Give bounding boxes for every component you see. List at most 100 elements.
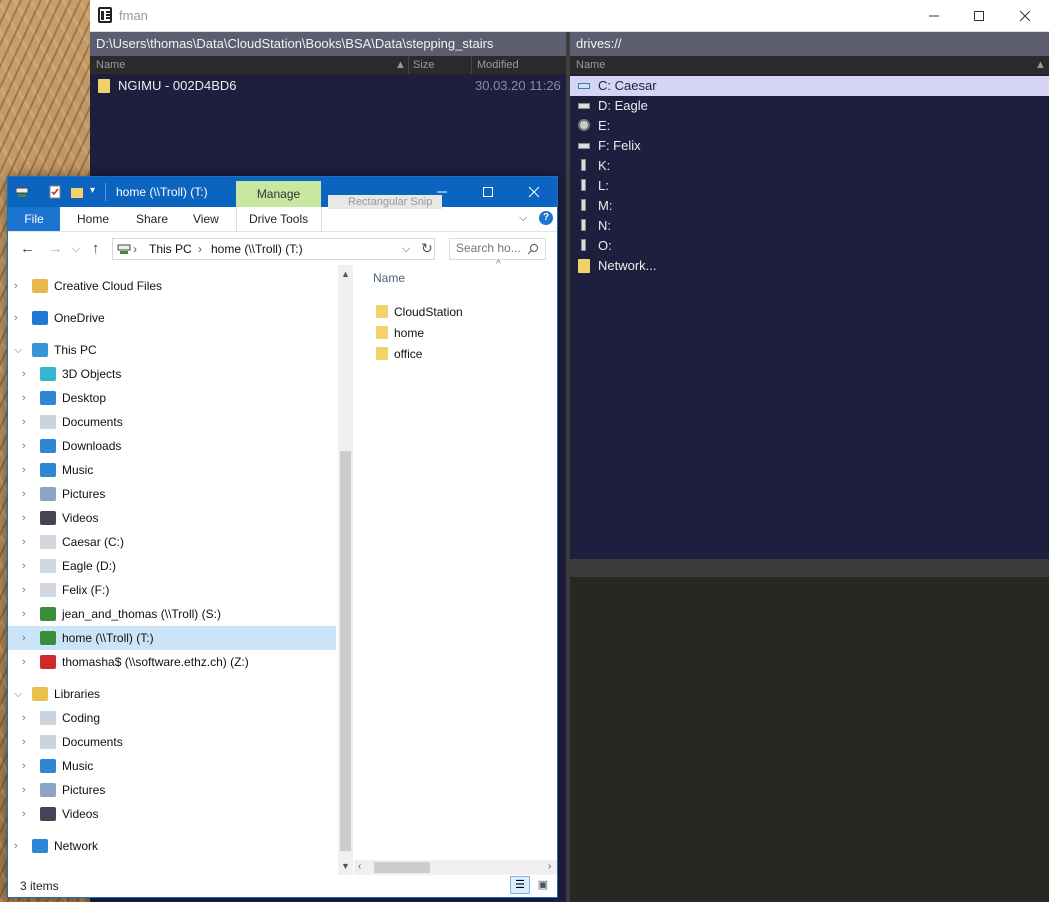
tree-item[interactable]: › Desktop xyxy=(8,386,336,410)
tree-item[interactable]: › 3D Objects xyxy=(8,362,336,386)
column-name[interactable]: Name xyxy=(96,56,125,74)
scrollbar-thumb[interactable] xyxy=(340,451,351,851)
drive-row[interactable]: D: Eagle xyxy=(570,96,1049,116)
drive-row[interactable]: Network... xyxy=(570,256,1049,276)
chevron-right-icon[interactable]: › xyxy=(22,530,26,554)
tree-item[interactable]: › Coding xyxy=(8,706,336,730)
drive-row[interactable]: N: xyxy=(570,216,1049,236)
fman-title-bar[interactable]: fman xyxy=(90,0,1049,32)
close-button[interactable] xyxy=(511,177,557,207)
explorer-title-bar[interactable]: ▾ home (\\Troll) (T:) Manage xyxy=(8,177,557,207)
chevron-right-icon[interactable]: › xyxy=(22,626,26,650)
tree-item[interactable]: › Felix (F:) xyxy=(8,578,336,602)
drive-row[interactable]: O: xyxy=(570,236,1049,256)
chevron-down-icon[interactable]: ▾ xyxy=(90,185,95,196)
tree-item[interactable]: › Videos xyxy=(8,506,336,530)
drive-row[interactable]: E: xyxy=(570,116,1049,136)
column-name[interactable]: Name xyxy=(373,271,405,285)
tree-item[interactable]: › Creative Cloud Files xyxy=(8,274,336,298)
tree-item[interactable]: › Downloads xyxy=(8,434,336,458)
properties-icon[interactable] xyxy=(48,185,62,199)
minimize-button[interactable] xyxy=(911,0,957,31)
tree-item[interactable]: › Eagle (D:) xyxy=(8,554,336,578)
chevron-right-icon[interactable]: › xyxy=(22,706,26,730)
up-arrow-icon[interactable]: ↑ xyxy=(92,240,100,257)
drive-row[interactable]: M: xyxy=(570,196,1049,216)
drive-row[interactable]: F: Felix xyxy=(570,136,1049,156)
tree-item[interactable]: › Music xyxy=(8,458,336,482)
new-folder-icon[interactable] xyxy=(70,185,84,199)
address-dropdown-icon[interactable]: ⌵ xyxy=(402,243,410,256)
tree-item[interactable]: › Documents xyxy=(8,410,336,434)
scroll-left-icon[interactable]: ‹ xyxy=(358,861,361,872)
maximize-button[interactable] xyxy=(956,0,1002,31)
tree-item[interactable]: ⌵ This PC xyxy=(8,338,336,362)
breadcrumb-this-pc[interactable]: This PC xyxy=(149,242,192,256)
chevron-down-icon[interactable]: ⌵ xyxy=(14,682,22,706)
tree-item[interactable]: › Pictures xyxy=(8,778,336,802)
navigation-scrollbar[interactable]: ▲ ▼ xyxy=(338,265,353,875)
tree-item[interactable]: › Videos xyxy=(8,802,336,826)
tree-item[interactable]: › thomasha$ (\\software.ethz.ch) (Z:) xyxy=(8,650,336,674)
tree-item[interactable]: › Network xyxy=(8,834,336,858)
tree-item[interactable]: › Documents xyxy=(8,730,336,754)
tree-item[interactable]: ⌵ Libraries xyxy=(8,682,336,706)
tab-file[interactable]: File xyxy=(8,207,60,231)
chevron-right-icon[interactable]: › xyxy=(22,578,26,602)
maximize-button[interactable] xyxy=(465,177,511,207)
tree-item[interactable]: › Pictures xyxy=(8,482,336,506)
chevron-right-icon[interactable]: › xyxy=(22,602,26,626)
tab-home[interactable]: Home xyxy=(77,207,109,231)
details-view-icon[interactable]: ☰ xyxy=(510,876,530,894)
tab-drive-tools[interactable]: Drive Tools xyxy=(249,207,308,231)
file-row[interactable]: NGIMU - 002D4BD6 30.03.20 11:26 xyxy=(90,76,566,96)
tree-item[interactable]: › home (\\Troll) (T:) xyxy=(8,626,336,650)
column-modified[interactable]: Modified xyxy=(477,56,519,74)
chevron-down-icon[interactable]: ⌵ xyxy=(14,338,22,362)
drive-row[interactable]: C: Caesar xyxy=(570,76,1049,96)
address-bar[interactable]: › This PC › home (\\Troll) (T:) ⌵ xyxy=(112,238,435,260)
left-pane-path[interactable]: D:\Users\thomas\Data\CloudStation\Books\… xyxy=(90,32,566,56)
tab-view[interactable]: View xyxy=(193,207,219,231)
tree-item[interactable]: › Caesar (C:) xyxy=(8,530,336,554)
tree-item[interactable]: › jean_and_thomas (\\Troll) (S:) xyxy=(8,602,336,626)
right-pane[interactable]: drives:// Name ▲ C: Caesar D: Eagle E: F: F… xyxy=(570,32,1049,559)
drive-row[interactable]: L: xyxy=(570,176,1049,196)
chevron-right-icon[interactable]: › xyxy=(22,362,26,386)
chevron-right-icon[interactable]: › xyxy=(22,778,26,802)
chevron-right-icon[interactable]: › xyxy=(22,410,26,434)
chevron-right-icon[interactable]: › xyxy=(22,730,26,754)
scroll-right-icon[interactable]: › xyxy=(548,861,551,872)
expand-ribbon-icon[interactable]: ⌵ xyxy=(519,212,527,225)
lower-pane[interactable] xyxy=(570,577,1049,902)
refresh-icon[interactable]: ↻ xyxy=(421,240,433,257)
column-name[interactable]: Name xyxy=(576,56,605,74)
horizontal-splitter[interactable] xyxy=(570,559,1049,577)
chevron-right-icon[interactable]: › xyxy=(22,554,26,578)
chevron-right-icon[interactable]: › xyxy=(22,434,26,458)
chevron-right-icon[interactable]: › xyxy=(22,386,26,410)
recent-chevron-icon[interactable]: ⌵ xyxy=(72,243,80,256)
chevron-right-icon[interactable]: › xyxy=(22,458,26,482)
chevron-right-icon[interactable]: › xyxy=(14,834,18,858)
search-box[interactable] xyxy=(449,238,546,260)
forward-arrow-icon[interactable]: → xyxy=(48,240,63,257)
chevron-right-icon[interactable]: › xyxy=(22,754,26,778)
navigation-pane[interactable]: › Creative Cloud Files › OneDrive ⌵ This PC › 3… xyxy=(8,265,338,862)
tree-item[interactable]: › Music xyxy=(8,754,336,778)
scroll-up-icon[interactable]: ▲ xyxy=(341,269,350,279)
chevron-right-icon[interactable]: › xyxy=(22,650,26,674)
column-size[interactable]: Size xyxy=(413,56,434,74)
tree-item[interactable]: › OneDrive xyxy=(8,306,336,330)
chevron-right-icon[interactable]: › xyxy=(22,506,26,530)
drive-row[interactable]: K: xyxy=(570,156,1049,176)
chevron-right-icon[interactable]: › xyxy=(22,482,26,506)
chevron-right-icon[interactable]: › xyxy=(14,306,18,330)
scroll-down-icon[interactable]: ▼ xyxy=(341,861,350,871)
content-horizontal-scrollbar[interactable]: ‹ › xyxy=(354,860,557,875)
breadcrumb-home[interactable]: home (\\Troll) (T:) xyxy=(211,242,303,256)
close-button[interactable] xyxy=(1002,0,1048,31)
content-pane[interactable]: ^ Name CloudStation home office xyxy=(354,259,557,862)
scrollbar-thumb[interactable] xyxy=(374,862,430,873)
chevron-right-icon[interactable]: › xyxy=(22,802,26,826)
